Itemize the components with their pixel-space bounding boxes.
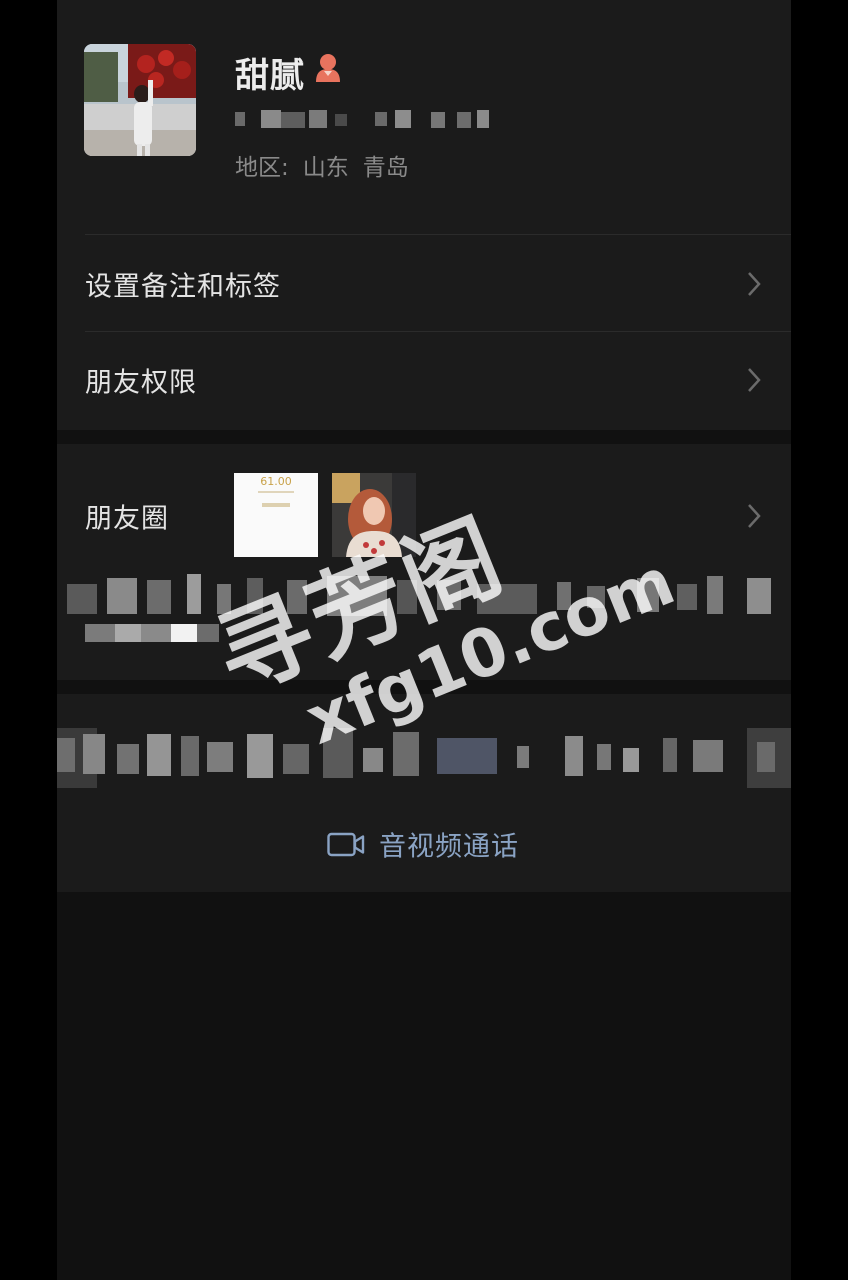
region-city: 青岛 bbox=[362, 155, 409, 181]
chevron-right-icon bbox=[748, 504, 761, 528]
video-call-button[interactable]: 音视频通话 bbox=[57, 814, 791, 874]
moments-thumbnail-red-packet[interactable]: 61.00 bbox=[234, 473, 318, 557]
redacted-mosaic-strip bbox=[67, 574, 771, 642]
video-call-content: 音视频通话 bbox=[327, 825, 519, 864]
region-province: 山东 bbox=[302, 155, 349, 181]
avatar-photo bbox=[84, 44, 196, 156]
contact-profile-screen: 甜腻 地区: 山东 青岛 设置备注和标签 朋友权限 朋友圈 61.00 音视频通… bbox=[57, 0, 791, 1280]
female-contact-icon bbox=[316, 54, 340, 82]
contact-name: 甜腻 bbox=[235, 56, 305, 96]
moments-photo bbox=[332, 473, 416, 557]
region-label: 地区: bbox=[235, 155, 289, 181]
set-remarks-tags-row[interactable]: 设置备注和标签 bbox=[57, 236, 791, 332]
video-camera-icon bbox=[327, 832, 365, 856]
wechat-id-mosaic bbox=[235, 110, 489, 128]
friend-permissions-label: 朋友权限 bbox=[85, 367, 197, 399]
divider bbox=[85, 234, 791, 235]
actions-card: 音视频通话 bbox=[57, 694, 791, 892]
set-remarks-tags-label: 设置备注和标签 bbox=[85, 271, 281, 303]
moments-row[interactable]: 朋友圈 bbox=[57, 468, 791, 564]
redacted-mosaic-strip bbox=[57, 728, 791, 788]
profile-header-card: 甜腻 地区: 山东 青岛 设置备注和标签 朋友权限 bbox=[57, 0, 791, 430]
moments-thumbnail-photo[interactable] bbox=[332, 473, 416, 557]
moments-thumb-detail bbox=[258, 491, 294, 507]
video-call-label: 音视频通话 bbox=[379, 831, 519, 863]
moments-card: 朋友圈 61.00 bbox=[57, 444, 791, 680]
chevron-right-icon bbox=[748, 368, 761, 392]
region-line: 地区: 山东 青岛 bbox=[235, 148, 423, 182]
avatar[interactable] bbox=[84, 44, 196, 156]
moments-label: 朋友圈 bbox=[85, 503, 169, 535]
friend-permissions-row[interactable]: 朋友权限 bbox=[57, 332, 791, 428]
chevron-right-icon bbox=[748, 272, 761, 296]
